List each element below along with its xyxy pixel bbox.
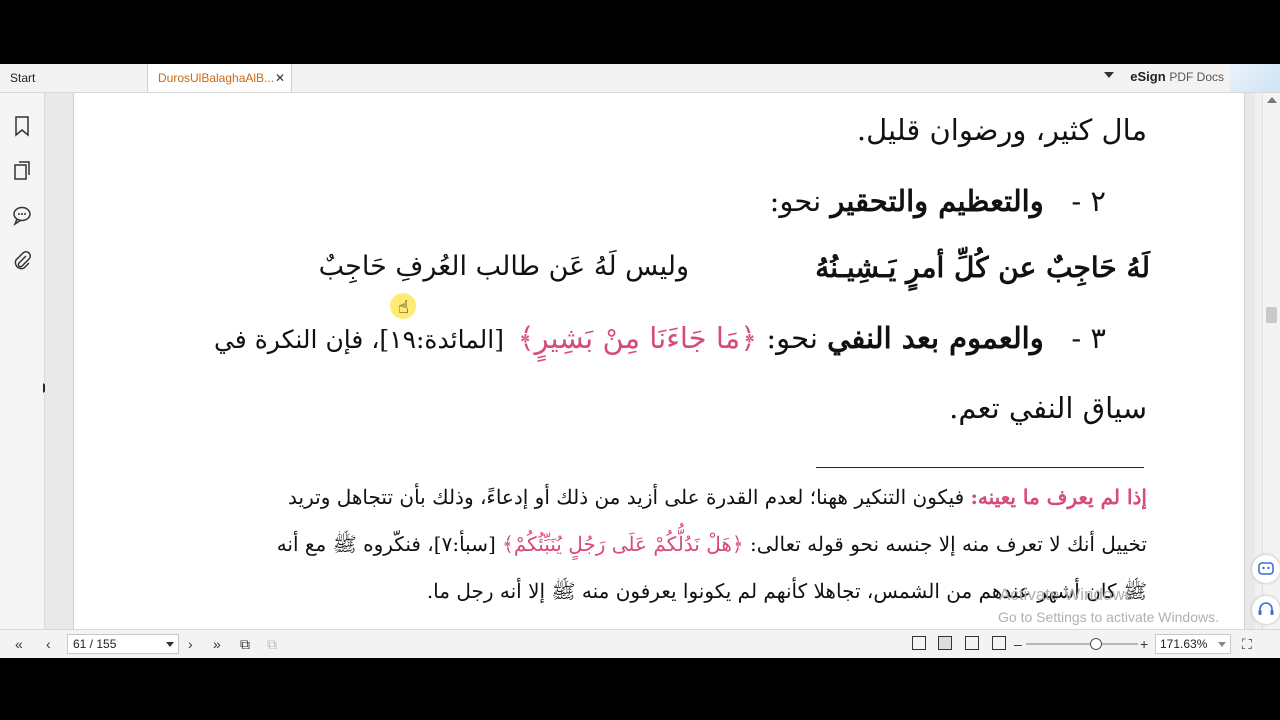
bookmark-icon[interactable] <box>11 115 33 137</box>
tab-bar: Start DurosUlBalaghaAlB... ✕ eSign PDF D… <box>0 64 1280 93</box>
note-line-2-a: تخييل أنك لا تعرف منه إلا جنسه نحو قوله … <box>749 532 1147 556</box>
page-number-input[interactable]: 61 / 155 <box>67 634 179 654</box>
extract-page-icon[interactable]: ⧉ <box>240 637 250 651</box>
item-number-3: ٣ - <box>1071 321 1106 355</box>
last-page-icon[interactable]: » <box>213 637 221 651</box>
assistant-float-button[interactable] <box>1252 555 1280 583</box>
note-line-1-text: فيكون التنكير ههنا؛ لعدم القدرة على أزيد… <box>288 485 965 509</box>
note-heading: إذا لم يعرف ما يعينه: <box>970 485 1147 509</box>
pages-icon[interactable] <box>11 160 33 182</box>
hand-cursor-icon: ☝ <box>398 297 409 318</box>
left-sidebar <box>0 93 49 629</box>
term-tazim: والتعظيم والتحقير <box>830 184 1044 218</box>
attachment-icon[interactable] <box>11 250 33 272</box>
quran-quote-1: ﴿مَا جَاءَنَا مِنْ بَشِيرٍ﴾ <box>517 321 758 355</box>
brand-decoration <box>1230 64 1280 92</box>
close-tab-icon[interactable]: ✕ <box>275 64 285 92</box>
tab-start-label: Start <box>10 71 36 85</box>
brand-rest: PDF Docs <box>1169 70 1224 84</box>
activate-windows-subtitle: Go to Settings to activate Windows. <box>998 609 1219 625</box>
tab-document[interactable]: DurosUlBalaghaAlB... ✕ <box>148 64 292 92</box>
verse-second-hemistich: وليس لَهُ عَن طالب العُرفِ حَاجِبٌ <box>318 251 689 282</box>
line2-rest: نحو: <box>769 184 822 218</box>
page-dropdown-icon[interactable] <box>166 642 174 647</box>
fullscreen-icon[interactable]: ⛶ <box>1242 637 1252 651</box>
activate-windows-title: Activate Windows <box>999 585 1134 604</box>
rotate-page-icon[interactable]: ⧉ <box>267 637 277 651</box>
zoom-in-button[interactable]: + <box>1140 637 1148 651</box>
document-viewport[interactable]: مال كثير، ورضوان قليل. ٢ - والتعظيم والت… <box>45 93 1255 629</box>
tab-start[interactable]: Start <box>0 64 148 92</box>
tab-document-label: DurosUlBalaghaAlB... <box>158 71 275 85</box>
first-page-icon[interactable]: « <box>15 637 23 651</box>
scroll-up-icon[interactable] <box>1267 97 1277 103</box>
scroll-thumb[interactable] <box>1266 307 1277 323</box>
verse-first-hemistich: لَهُ حَاجِبٌ عن كُلِّ أمرٍ يَـشِيـنُهُ <box>815 251 1150 284</box>
pdf-page: مال كثير، ورضوان قليل. ٢ - والتعظيم والت… <box>73 93 1245 629</box>
comments-icon[interactable] <box>11 204 33 226</box>
note-line-1: إذا لم يعرف ما يعينه: فيكون التنكير ههنا… <box>288 485 1147 509</box>
vertical-scrollbar[interactable] <box>1262 93 1280 629</box>
facing-view-icon[interactable] <box>965 636 979 650</box>
pdf-viewer-window: Start DurosUlBalaghaAlB... ✕ eSign PDF D… <box>0 64 1280 658</box>
chat-bot-icon <box>1258 562 1274 575</box>
bottom-toolbar: « ‹ 61 / 155 › » ⧉ ⧉ – + 171.63% ⛶ <box>0 629 1280 658</box>
continuous-view-icon[interactable] <box>938 636 952 650</box>
item-number-2: ٢ - <box>1071 184 1106 218</box>
brand-bold: eSign <box>1130 69 1166 84</box>
page-indicator: 61 / 155 <box>73 637 117 651</box>
support-float-button[interactable] <box>1252 596 1280 624</box>
zoom-slider-knob[interactable] <box>1090 638 1102 650</box>
zoom-level-select[interactable]: 171.63% <box>1155 634 1231 654</box>
quran-quote-2: ﴿هَلْ نَدُلُّكُمْ عَلَى رَجُلٍ يُنَبِّئُ… <box>502 532 744 556</box>
line3-mid: نحو: <box>766 321 818 355</box>
text-line-3: ٣ - والعموم بعد النفي نحو: ﴿مَا جَاءَنَا… <box>518 321 1106 355</box>
previous-page-icon[interactable]: ‹ <box>46 637 51 651</box>
zoom-slider[interactable] <box>1026 643 1138 645</box>
note-line-2: تخييل أنك لا تعرف منه إلا جنسه نحو قوله … <box>277 532 1147 561</box>
note-line-2-b: [سبأ:٧]، فنكّروه ﷺ مع أنه <box>276 532 496 556</box>
headset-icon <box>1258 602 1274 615</box>
tabs-dropdown-icon[interactable] <box>1104 72 1114 78</box>
footnote-separator <box>816 467 1144 468</box>
term-umum: والعموم بعد النفي <box>827 321 1044 355</box>
single-page-view-icon[interactable] <box>912 636 926 650</box>
zoom-dropdown-icon[interactable] <box>1218 642 1226 647</box>
thumbnail-view-icon[interactable] <box>992 636 1006 650</box>
brand-logo: eSign PDF Docs <box>1130 64 1224 92</box>
text-line-1: مال كثير، ورضوان قليل. <box>856 113 1147 147</box>
line3-reference: [المائدة:١٩]، فإن النكرة في <box>213 325 504 354</box>
zoom-out-button[interactable]: – <box>1014 637 1022 651</box>
zoom-level-value: 171.63% <box>1160 637 1208 651</box>
text-line-4: سياق النفي تعم. <box>949 391 1147 425</box>
text-line-2: ٢ - والتعظيم والتحقير نحو: <box>770 184 1106 218</box>
next-page-icon[interactable]: › <box>188 637 193 651</box>
